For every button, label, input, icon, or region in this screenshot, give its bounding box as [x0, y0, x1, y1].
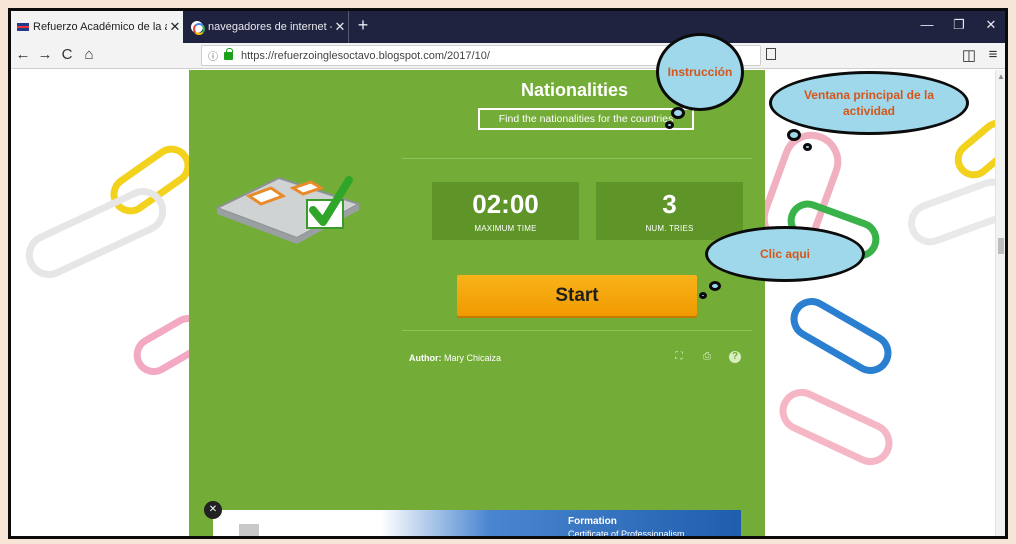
ad-banner[interactable]: Formation Certificate of Professionalism [213, 510, 741, 539]
address-url[interactable]: https://refuerzoinglesoctavo.blogspot.co… [241, 50, 490, 62]
activity-panel: Nationalities Find the nationalities for… [189, 70, 765, 536]
max-time-value: 02:00 [472, 189, 539, 219]
callout-tail [709, 281, 721, 291]
tab-close-icon[interactable]: ✕ [167, 19, 183, 35]
screenshot-frame: Refuerzo Académico de la asig ✕ navegado… [8, 8, 1008, 539]
tab-refuerzo[interactable]: Refuerzo Académico de la asig ✕ [11, 11, 183, 43]
menu-button[interactable]: ≡ [983, 46, 1003, 63]
fullscreen-icon[interactable]: ⛶ [673, 351, 685, 363]
help-icon[interactable]: ? [729, 351, 741, 363]
sidebar-icon[interactable]: ◫ [959, 46, 979, 64]
callout-tail [665, 121, 674, 129]
author-label: Author: [409, 353, 442, 363]
print-icon[interactable]: ⎙ [701, 351, 713, 363]
callout-tail [803, 143, 812, 151]
page-content: Nationalities Find the nationalities for… [11, 70, 1005, 539]
callout-tail [787, 129, 801, 141]
tab-label: navegadores de internet - Busc [208, 21, 332, 33]
close-window-button[interactable]: ✕ [981, 17, 1001, 33]
activity-instruction: Find the nationalities for the countries [478, 108, 694, 130]
start-button[interactable]: Start [457, 275, 697, 316]
reader-view-icon[interactable] [766, 48, 776, 60]
navigation-bar: ← → C ⌂ ⓘ https://refuerzoinglesoctavo.b… [11, 43, 1005, 69]
paperclip-decoration [901, 172, 1005, 252]
restore-button[interactable]: ❐ [949, 17, 969, 33]
ad-close-button[interactable]: ✕ [204, 501, 222, 519]
ad-logo [239, 524, 259, 536]
num-tries-box: 3 NUM. TRIES [596, 182, 743, 240]
callout-tail [699, 292, 707, 299]
activity-title: Nationalities [521, 80, 629, 100]
num-tries-value: 3 [662, 189, 677, 219]
google-icon [191, 21, 205, 35]
home-button[interactable]: ⌂ [79, 46, 99, 63]
author-line: Author: Mary Chicaiza [409, 353, 501, 363]
tab-label: Refuerzo Académico de la asig [33, 21, 167, 33]
forward-button[interactable]: → [35, 46, 55, 63]
ad-subtitle: Certificate of Professionalism [568, 529, 685, 539]
scrollbar-thumb[interactable] [998, 238, 1004, 254]
divider [402, 158, 752, 159]
new-tab-button[interactable]: + [353, 15, 373, 36]
tab-close-icon[interactable]: ✕ [332, 19, 348, 35]
paperclip-decoration [772, 381, 900, 473]
back-button[interactable]: ← [13, 46, 33, 63]
callout-instruction: Instrucción [656, 33, 744, 111]
max-time-label: MAXIMUM TIME [474, 224, 537, 233]
page-scrollbar[interactable]: ▲ [995, 70, 1005, 536]
ad-background [381, 510, 741, 536]
minimize-button[interactable]: — [917, 17, 937, 32]
author-name: Mary Chicaiza [444, 353, 502, 363]
paperclip-decoration [18, 180, 174, 286]
ad-title: Formation [568, 516, 617, 527]
divider [402, 330, 752, 331]
callout-tail [671, 107, 685, 119]
num-tries-label: NUM. TRIES [645, 224, 694, 233]
paperclip-decoration [782, 290, 900, 382]
max-time-box: 02:00 MAXIMUM TIME [432, 182, 579, 240]
lock-icon [224, 47, 233, 60]
tab-bar: Refuerzo Académico de la asig ✕ navegado… [11, 11, 1005, 43]
info-icon[interactable]: ⓘ [208, 48, 218, 63]
callout-main-window: Ventana principal de la actividad [769, 71, 969, 135]
activity-illustration-icon [214, 176, 362, 244]
reload-button[interactable]: C [57, 46, 77, 63]
scroll-up-icon[interactable]: ▲ [997, 72, 1005, 81]
uk-flag-icon [17, 23, 29, 31]
callout-click-here: Clic aqui [705, 226, 865, 282]
tab-navegadores[interactable]: navegadores de internet - Busc ✕ [183, 11, 349, 43]
